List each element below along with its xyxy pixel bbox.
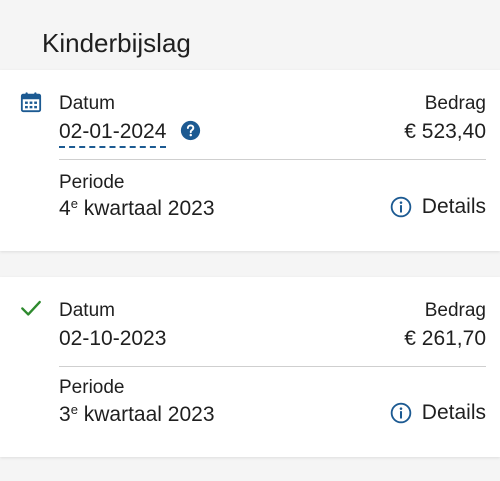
bedrag-label: Bedrag <box>424 93 486 114</box>
datum-label: Datum <box>59 300 115 321</box>
help-icon[interactable] <box>180 120 201 141</box>
details-link[interactable]: Details <box>390 399 486 427</box>
datum-label: Datum <box>59 93 115 114</box>
checkmark-icon <box>21 300 41 316</box>
periode-label: Periode <box>59 172 125 193</box>
page-title: Kinderbijslag <box>42 28 191 58</box>
details-label: Details <box>421 195 486 218</box>
bedrag-label: Bedrag <box>424 300 486 321</box>
datum-value: 02-10-2023 <box>59 327 167 350</box>
bedrag-value: € 523,40 <box>404 120 486 143</box>
periode-label: Periode <box>59 377 125 398</box>
payment-card: Datum Bedrag 02-10-2023 € 261,70 Periode… <box>0 277 500 457</box>
divider <box>59 159 486 160</box>
details-label: Details <box>421 401 486 424</box>
datum-value[interactable]: 02-01-2024 <box>59 120 167 148</box>
divider <box>59 366 486 367</box>
calendar-icon <box>20 92 42 113</box>
datum-value-row: 02-01-2024 <box>59 118 201 148</box>
details-link[interactable]: Details <box>390 193 486 221</box>
periode-value: 4e kwartaal 2023 <box>59 196 215 220</box>
info-icon <box>390 402 412 424</box>
bedrag-value: € 261,70 <box>404 327 486 350</box>
info-icon <box>390 196 412 218</box>
periode-value: 3e kwartaal 2023 <box>59 402 215 426</box>
payment-card: Datum Bedrag 02-01-2024 € 523,40 Periode… <box>0 70 500 251</box>
